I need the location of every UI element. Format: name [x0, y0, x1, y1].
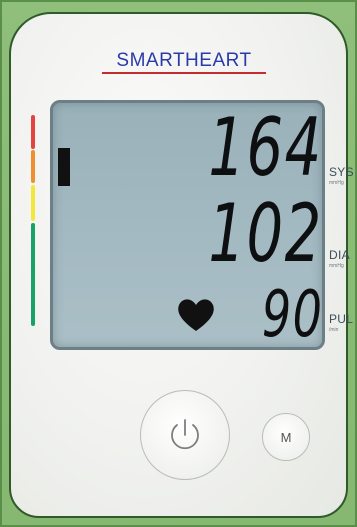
systolic-unit: mmHg	[329, 180, 344, 186]
pulse-unit: /min	[329, 327, 339, 333]
risk-level-marker	[58, 148, 70, 186]
diastolic-label-group: DIA mmHg	[329, 248, 350, 269]
power-icon	[171, 419, 199, 450]
risk-indicator-red	[31, 115, 35, 149]
power-button[interactable]	[140, 390, 230, 480]
pulse-label-group: PUL /min	[329, 312, 353, 333]
risk-indicator-green	[31, 223, 35, 326]
systolic-label-group: SYS mmHg	[329, 165, 354, 186]
risk-indicator-yellow	[31, 185, 35, 221]
brand-underline	[102, 72, 266, 74]
systolic-value: 164	[208, 101, 323, 194]
diastolic-value: 102	[208, 187, 323, 280]
pulse-label: PUL	[329, 312, 354, 326]
systolic-label: SYS	[329, 165, 354, 179]
memory-button[interactable]: M	[262, 413, 310, 461]
risk-indicator-orange	[31, 150, 35, 183]
brand-logo: SMARTHEART	[86, 50, 282, 76]
diastolic-label: DIA	[329, 248, 350, 262]
brand-name: SMARTHEART	[116, 50, 252, 71]
heart-icon	[178, 299, 214, 331]
pulse-value: 90	[261, 278, 323, 352]
diastolic-unit: mmHg	[329, 263, 344, 269]
